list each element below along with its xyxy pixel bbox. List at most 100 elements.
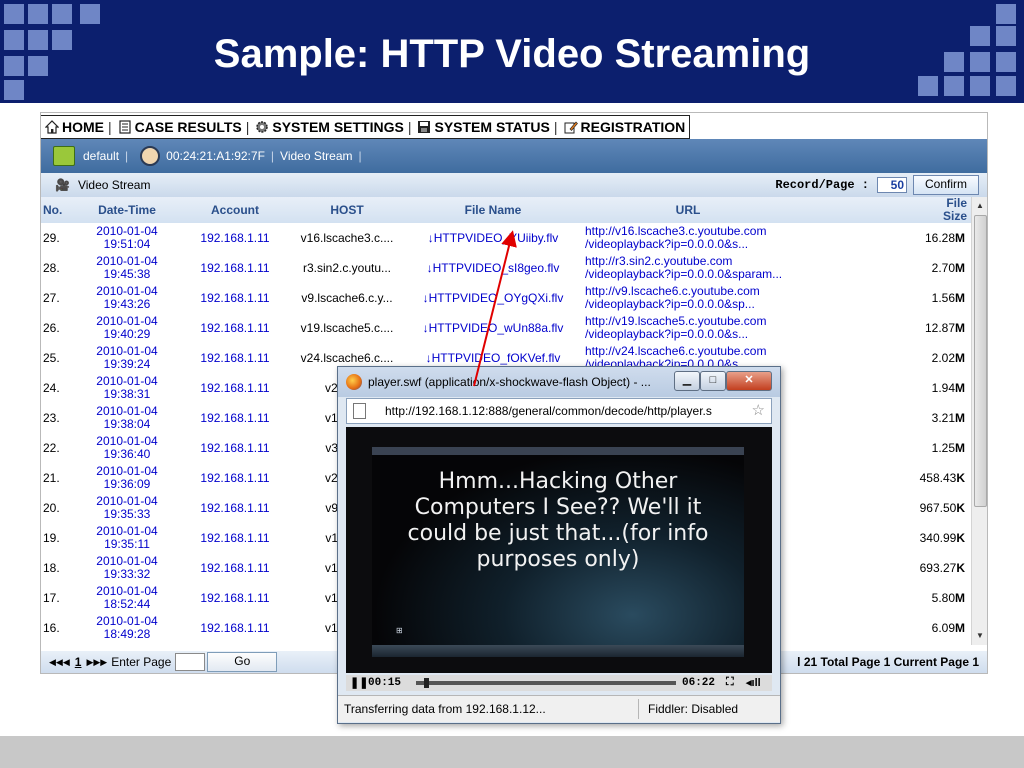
info-bar: default | 00:24:21:A1:92:7F | Video Stre… — [41, 139, 987, 173]
row-datetime: 2010-01-04 19:40:29 — [75, 313, 179, 343]
row-size-unit: M — [955, 260, 965, 275]
nav-system-status-label: SYSTEM STATUS — [434, 119, 550, 135]
row-size: 16.28M — [793, 223, 971, 253]
row-size-value: 693.27 — [919, 560, 957, 575]
row-url[interactable]: http://r3.sin2.c.youtube.com/videoplayba… — [583, 253, 793, 283]
minimize-button[interactable]: ▁ — [674, 371, 700, 391]
row-account[interactable]: 192.168.1.11 — [179, 463, 291, 493]
nav-registration[interactable]: REGISTRATION — [562, 119, 685, 135]
col-header-datetime[interactable]: Date-Time — [75, 197, 179, 223]
decor-square — [52, 4, 72, 24]
row-account[interactable]: 192.168.1.11 — [179, 223, 291, 253]
col-header-no[interactable]: No. — [41, 197, 75, 223]
volume-icon[interactable]: ◂ıll — [746, 676, 761, 689]
row-url[interactable]: http://v19.lscache5.c.youtube.com/videop… — [583, 313, 793, 343]
row-time: 19:36:09 — [103, 477, 151, 491]
first-prev-page-icon[interactable]: ◀◀◀ — [49, 657, 70, 668]
scroll-thumb[interactable] — [974, 215, 987, 507]
row-datetime: 2010-01-04 19:43:26 — [75, 283, 179, 313]
row-size: 340.99K — [793, 523, 971, 553]
group-label[interactable]: default — [83, 149, 119, 163]
confirm-button[interactable]: Confirm — [913, 175, 979, 195]
row-account[interactable]: 192.168.1.11 — [179, 253, 291, 283]
enter-page-input[interactable] — [175, 653, 206, 671]
decor-square — [28, 4, 48, 24]
mac-address[interactable]: 00:24:21:A1:92:7F — [166, 149, 265, 163]
nav-system-settings[interactable]: SYSTEM SETTINGS — [253, 119, 404, 135]
row-size-unit: M — [955, 290, 965, 305]
col-header-url[interactable]: URL — [583, 197, 793, 223]
table-row[interactable]: 26. 2010-01-04 19:40:29 192.168.1.11 v19.lsc… — [41, 313, 971, 343]
video-player[interactable]: Hmm...Hacking Other Computers I See?? We… — [346, 427, 772, 673]
fullscreen-icon[interactable]: ⛶ — [726, 676, 734, 689]
row-host: v19.lscache5.c.... — [291, 313, 403, 343]
row-size-unit: M — [955, 590, 965, 605]
go-button[interactable]: Go — [207, 652, 278, 672]
next-last-page-icon[interactable]: ▶▶▶ — [86, 657, 107, 668]
edit-icon — [564, 121, 578, 134]
row-filename[interactable]: ↓HTTPVIDEO_wUn88a.flv — [403, 313, 583, 343]
row-size-value: 2.02 — [931, 350, 955, 365]
row-size-unit: K — [956, 530, 965, 545]
gear-icon — [256, 121, 269, 133]
row-account[interactable]: 192.168.1.11 — [179, 523, 291, 553]
home-icon — [45, 120, 59, 134]
status-fiddler[interactable]: Fiddler: Disabled — [648, 702, 738, 716]
row-filename[interactable]: ↓HTTPVIDEO_sI8geo.flv — [403, 253, 583, 283]
row-account[interactable]: 192.168.1.11 — [179, 613, 291, 643]
row-size: 1.94M — [793, 373, 971, 403]
row-size-unit: M — [955, 440, 965, 455]
bookmark-star-icon[interactable]: ☆ — [752, 401, 765, 419]
row-account[interactable]: 192.168.1.11 — [179, 553, 291, 583]
row-account[interactable]: 192.168.1.11 — [179, 373, 291, 403]
row-filename[interactable]: ↓HTTPVIDEO_YUiiby.flv — [403, 223, 583, 253]
maximize-button[interactable]: □ — [700, 371, 726, 391]
row-account[interactable]: 192.168.1.11 — [179, 283, 291, 313]
row-date: 2010-01-04 — [96, 554, 158, 568]
row-filename[interactable]: ↓HTTPVIDEO_OYgQXi.flv — [403, 283, 583, 313]
record-per-page-input[interactable]: 50 — [877, 177, 907, 193]
page-link[interactable]: 1 — [75, 655, 82, 669]
scroll-down-icon[interactable]: ▼ — [972, 629, 987, 643]
seek-bar[interactable] — [416, 681, 676, 685]
table-row[interactable]: 29. 2010-01-04 19:51:04 192.168.1.11 v16.lsc… — [41, 223, 971, 253]
popup-titlebar[interactable]: player.swf (application/x-shockwave-flas… — [338, 367, 780, 397]
row-datetime: 2010-01-04 19:38:04 — [75, 403, 179, 433]
section-label[interactable]: Video Stream — [280, 149, 353, 163]
nav-separator: | — [245, 119, 250, 135]
popup-title: player.swf (application/x-shockwave-flas… — [368, 375, 651, 389]
col-header-size[interactable]: File Size — [793, 197, 971, 223]
row-account[interactable]: 192.168.1.11 — [179, 313, 291, 343]
close-button[interactable]: ✕ — [726, 371, 772, 391]
address-bar[interactable]: http://192.168.1.12:888/general/common/d… — [346, 398, 772, 424]
row-url[interactable]: http://v9.lscache6.c.youtube.com/videopl… — [583, 283, 793, 313]
row-date: 2010-01-04 — [96, 584, 158, 598]
scroll-up-icon[interactable]: ▲ — [972, 199, 987, 213]
seek-knob[interactable] — [424, 678, 430, 688]
row-number: 16. — [41, 613, 75, 643]
nav-case-results[interactable]: CASE RESULTS — [116, 119, 242, 135]
row-size: 3.21M — [793, 403, 971, 433]
row-account[interactable]: 192.168.1.11 — [179, 583, 291, 613]
col-header-account[interactable]: Account — [179, 197, 291, 223]
row-account[interactable]: 192.168.1.11 — [179, 493, 291, 523]
table-row[interactable]: 27. 2010-01-04 19:43:26 192.168.1.11 v9.lsca… — [41, 283, 971, 313]
nav-system-status[interactable]: SYSTEM STATUS — [415, 119, 550, 135]
row-account[interactable]: 192.168.1.11 — [179, 403, 291, 433]
row-account[interactable]: 192.168.1.11 — [179, 343, 291, 373]
row-account[interactable]: 192.168.1.11 — [179, 433, 291, 463]
video-top-strip — [372, 447, 744, 455]
table-scrollbar[interactable]: ▲ ▼ — [971, 197, 987, 645]
row-size: 458.43K — [793, 463, 971, 493]
slide-header: Sample: HTTP Video Streaming — [0, 0, 1024, 103]
row-url-line1: http://v16.lscache3.c.youtube.com — [585, 224, 767, 238]
record-per-page-label: Record/Page : — [775, 178, 869, 192]
slide-footer-band — [0, 736, 1024, 768]
col-header-filename[interactable]: File Name — [403, 197, 583, 223]
nav-home[interactable]: HOME — [43, 119, 104, 135]
table-row[interactable]: 28. 2010-01-04 19:45:38 192.168.1.11 r3.sin2… — [41, 253, 971, 283]
row-url[interactable]: http://v16.lscache3.c.youtube.com/videop… — [583, 223, 793, 253]
col-header-host[interactable]: HOST — [291, 197, 403, 223]
row-url-line2: /videoplayback?ip=0.0.0.0&sparam... — [585, 267, 783, 281]
pause-icon[interactable]: ❚❚ — [350, 676, 368, 689]
